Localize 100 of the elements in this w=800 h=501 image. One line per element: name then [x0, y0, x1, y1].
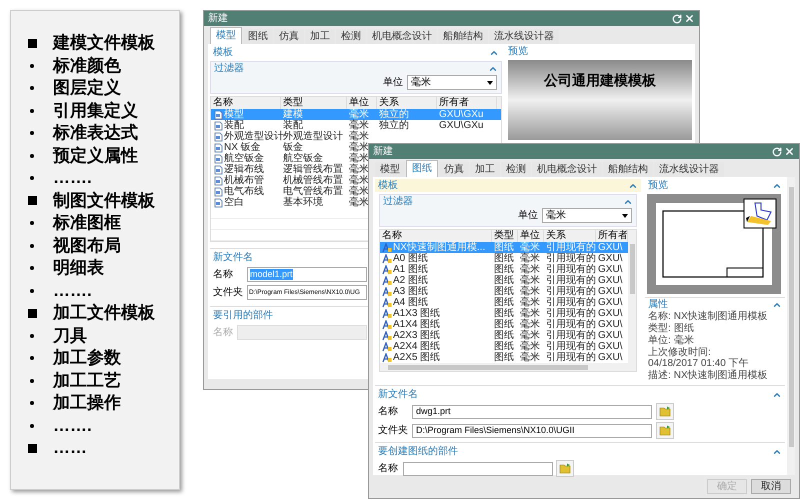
outline-text: 制图文件模板 — [53, 190, 155, 211]
table-cell: A1X4 图纸 — [393, 319, 440, 330]
horizontal-scrollbar[interactable] — [380, 363, 628, 371]
table-cell: GXU\ — [598, 275, 622, 286]
table-cell: 图纸 — [494, 297, 514, 308]
folder-button[interactable] — [556, 460, 574, 477]
dot-bullet-icon — [30, 266, 34, 270]
outline-text: 预定义属性 — [53, 146, 138, 166]
table-cell: 毫米 — [520, 286, 540, 297]
tab[interactable]: 图纸 — [406, 160, 438, 177]
outline-text: 标准表达式 — [53, 123, 138, 144]
section-title: 新文件名 — [213, 252, 253, 264]
dot-bullet-icon — [30, 288, 34, 293]
property-label: 上次修改时间: — [648, 347, 711, 358]
section-title: 过滤器 — [383, 196, 413, 208]
dot-bullet-icon — [30, 131, 34, 136]
table-cell: 毫米 — [520, 352, 540, 363]
outline-text: 加工操作 — [53, 393, 121, 414]
outline-text: 加工工艺 — [53, 370, 121, 391]
outline-text: ……. — [53, 280, 92, 301]
property-label: 名称: — [648, 311, 671, 322]
unit-label: 单位 — [518, 210, 538, 222]
sheet-icon — [382, 352, 392, 362]
sheet-icon — [382, 264, 392, 274]
dot-bullet-icon — [30, 221, 34, 226]
table-cell: 图纸 — [494, 275, 514, 286]
table-cell: 电气管线布置 — [283, 186, 343, 197]
file-icon — [213, 120, 223, 130]
dialog-button[interactable]: 取消 — [751, 479, 791, 494]
table-cell: 装配 — [224, 120, 244, 131]
table-cell: 引用现有的 — [546, 253, 596, 264]
name-label: 名称 — [378, 462, 399, 474]
sheet-icon — [382, 242, 392, 252]
table-cell: 引用现有的 — [546, 264, 596, 275]
section-title: 模板 — [213, 46, 233, 58]
vertical-scrollbar[interactable] — [628, 230, 636, 371]
dot-bullet-icon — [30, 378, 34, 383]
sheet-icon — [382, 276, 392, 286]
outline-text: 刀具 — [53, 326, 87, 346]
reset-icon[interactable] — [772, 146, 782, 156]
table-cell: A2X4 图纸 — [393, 341, 440, 352]
vertical-scrollbar[interactable] — [787, 177, 795, 475]
file-icon — [213, 186, 223, 196]
property-value: 图纸 — [674, 323, 694, 334]
table-cell: 图纸 — [494, 319, 514, 330]
table-cell: 毫米 — [349, 186, 369, 197]
close-icon[interactable] — [784, 146, 795, 157]
close-icon[interactable] — [684, 13, 695, 24]
table-cell: 图纸 — [494, 308, 514, 319]
table-cell: 独立的 — [379, 120, 409, 131]
part-name-field[interactable] — [403, 462, 553, 476]
property-value: 毫米 — [674, 335, 694, 346]
table-cell: A2X3 图纸 — [393, 330, 440, 341]
unit-label: 单位 — [383, 76, 403, 88]
property-label: 描述: — [648, 370, 671, 381]
table-cell: 引用现有的 — [546, 341, 596, 352]
table-cell: NX快速制图通用模... — [393, 242, 486, 253]
sheet-icon — [382, 342, 392, 352]
section-title: 要引用的部件 — [213, 310, 273, 322]
section-title: 预览 — [508, 46, 529, 58]
file-icon — [213, 154, 223, 164]
table-cell: 毫米 — [520, 341, 540, 352]
table-cell: 毫米 — [520, 308, 540, 319]
table-cell: GXU\ — [598, 330, 622, 341]
dot-bullet-icon — [30, 108, 34, 113]
unit-dropdown[interactable]: 毫米 — [542, 208, 632, 223]
file-name-field[interactable]: dwg1.prt — [412, 404, 652, 418]
table-cell: 航空钣金 — [224, 153, 264, 164]
folder-field[interactable]: D:\Program Files\Siemens\NX10.0\UGII — [412, 424, 652, 438]
name-label: 名称 — [213, 326, 234, 338]
table-cell: GXU\ — [598, 286, 622, 297]
table-cell: 毫米 — [520, 319, 540, 330]
table-cell: 毫米 — [349, 131, 369, 142]
dot-bullet-icon — [30, 176, 34, 180]
folder-label: 文件夹 — [213, 286, 243, 298]
table-cell: 毫米 — [349, 142, 369, 153]
folder-button[interactable] — [656, 403, 674, 420]
table-cell: A0 图纸 — [393, 253, 428, 264]
table-cell: 引用现有的 — [546, 352, 596, 363]
table-cell: 毫米 — [520, 330, 540, 341]
table-cell: 引用现有的 — [546, 242, 596, 253]
table-cell: 引用现有的 — [546, 308, 596, 319]
outline-text: 加工文件模板 — [53, 303, 155, 324]
table-cell: 电气布线 — [224, 186, 264, 197]
folder-button[interactable] — [656, 422, 674, 439]
table-cell: 毫米 — [349, 109, 369, 120]
preview-title: 公司通用建模模板 — [544, 72, 656, 88]
sheet-icon — [382, 308, 392, 318]
tab[interactable]: 模型 — [210, 27, 242, 44]
table-cell: GXU\ — [598, 308, 622, 319]
reset-icon[interactable] — [672, 14, 682, 24]
table-cell: A3 图纸 — [393, 286, 428, 297]
square-bullet-icon — [28, 308, 36, 318]
table-cell: GXU\ — [598, 297, 622, 308]
dot-bullet-icon — [30, 424, 34, 428]
table-cell: 毫米 — [349, 164, 369, 175]
table-cell: 图纸 — [494, 253, 514, 264]
unit-dropdown[interactable]: 毫米 — [407, 75, 497, 90]
table-cell: 毫米 — [349, 120, 369, 131]
dot-bullet-icon — [30, 64, 34, 68]
